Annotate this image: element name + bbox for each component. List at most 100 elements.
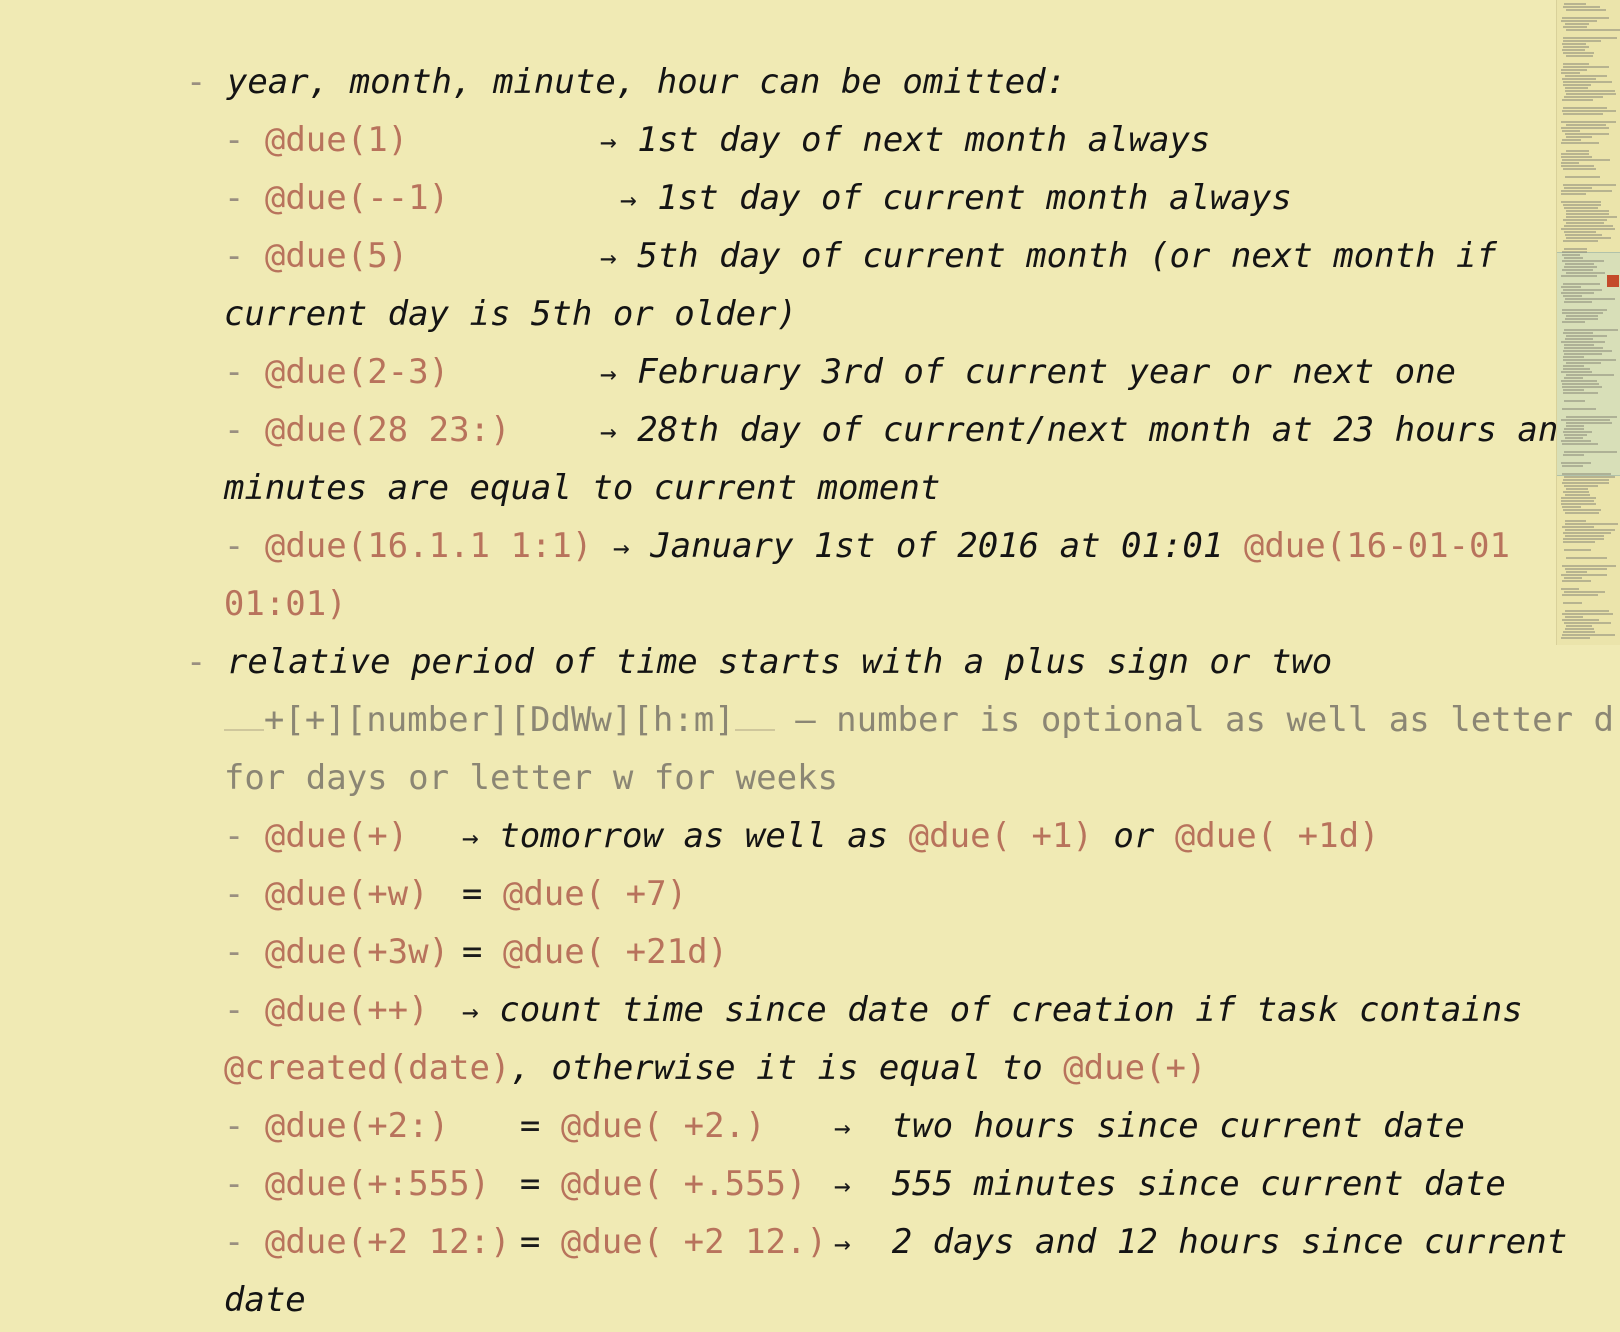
minimap-line	[1563, 219, 1607, 221]
minimap-line	[1563, 168, 1596, 170]
text-line: → 5th day of current month (or next mont…	[518, 166, 1497, 276]
minimap-line	[1564, 207, 1598, 209]
minimap-line	[1563, 538, 1604, 540]
equals-sign: =	[519, 1222, 541, 1262]
minimap[interactable]	[1556, 0, 1620, 645]
minimap-line	[1564, 344, 1594, 346]
minimap-line	[1562, 17, 1609, 19]
text-line: - year, month, minute, hour can be omitt…	[104, 0, 1066, 102]
minimap-line	[1565, 234, 1602, 236]
minimap-line	[1561, 500, 1594, 502]
minimap-line	[1565, 437, 1583, 439]
line-text: date	[223, 1280, 306, 1320]
due-tag: @due( +1d)	[1174, 816, 1380, 856]
minimap-line	[1563, 46, 1589, 48]
minimap-line	[1561, 127, 1609, 129]
text-line: - @due(1)	[142, 50, 408, 160]
minimap-line	[1563, 283, 1600, 285]
text-line: → count time since date of creation if t…	[380, 920, 1523, 1030]
minimap-line	[1565, 318, 1598, 320]
minimap-highlight	[1607, 275, 1619, 287]
minimap-line	[1563, 66, 1609, 68]
minimap-line	[1565, 535, 1604, 537]
minimap-line	[1565, 520, 1586, 522]
minimap-line	[1564, 591, 1605, 593]
minimap-line	[1563, 454, 1584, 456]
minimap-line	[1564, 451, 1617, 453]
minimap-line	[1562, 159, 1610, 161]
minimap-line	[1561, 588, 1579, 590]
text-line: - @due(+)	[142, 746, 408, 856]
minimap-line	[1564, 400, 1585, 402]
due-tag: @due( +1)	[908, 816, 1093, 856]
text-line: - @due(+2:)	[142, 1036, 449, 1146]
minimap-line	[1563, 631, 1595, 633]
minimap-line	[1563, 37, 1617, 39]
minimap-line	[1562, 565, 1616, 567]
minimap-line	[1564, 3, 1586, 5]
minimap-line	[1561, 292, 1594, 294]
minimap-line	[1563, 295, 1582, 297]
minimap-line	[1562, 465, 1583, 467]
minimap-line	[1564, 485, 1598, 487]
minimap-line	[1566, 93, 1616, 95]
text-line: → 555 minutes since current date	[752, 1094, 1506, 1204]
minimap-line	[1566, 210, 1609, 212]
minimap-line	[1566, 425, 1584, 427]
minimap-line	[1562, 408, 1596, 410]
minimap-line	[1566, 216, 1617, 218]
text-line: date	[142, 1210, 306, 1320]
minimap-line	[1561, 121, 1616, 123]
minimap-line	[1561, 165, 1594, 167]
minimap-line	[1563, 6, 1600, 8]
minimap-line	[1561, 201, 1601, 203]
minimap-line	[1563, 368, 1590, 370]
minimap-line	[1563, 332, 1593, 334]
arrow-icon: →	[612, 531, 630, 564]
text-line: - @due(16.1.1 1:1) → January 1st of 2016…	[142, 456, 1510, 566]
minimap-line	[1563, 491, 1589, 493]
text-line: → two hours since current date	[752, 1036, 1465, 1146]
editor-pane[interactable]: - year, month, minute, hour can be omitt…	[0, 0, 1620, 1332]
minimap-line	[1564, 329, 1618, 331]
minimap-line	[1564, 476, 1615, 478]
minimap-line	[1564, 257, 1583, 259]
minimap-line	[1562, 99, 1593, 101]
text-line: @created(date), otherwise it is equal to…	[142, 978, 1207, 1088]
minimap-line	[1565, 494, 1590, 496]
minimap-line	[1564, 347, 1603, 349]
minimap-line	[1562, 386, 1602, 388]
minimap-line	[1561, 190, 1612, 192]
arrow-icon: →	[833, 1227, 851, 1260]
minimap-line	[1564, 231, 1596, 233]
text-line: = @due( +2.)	[438, 1036, 766, 1146]
text-line: - @due(--1)	[142, 108, 449, 218]
minimap-line	[1563, 365, 1584, 367]
minimap-line	[1566, 55, 1593, 57]
minimap-line	[1565, 23, 1589, 25]
minimap-line	[1562, 580, 1591, 582]
minimap-line	[1562, 473, 1611, 475]
minimap-line	[1561, 341, 1605, 343]
minimap-line	[1566, 315, 1598, 317]
minimap-line	[1563, 602, 1582, 604]
minimap-line	[1562, 312, 1603, 314]
minimap-line	[1565, 87, 1588, 89]
minimap-line	[1562, 254, 1580, 256]
minimap-line	[1563, 479, 1609, 481]
minimap-line	[1563, 356, 1584, 358]
text-line: minutes are equal to current moment	[142, 398, 940, 508]
minimap-line	[1563, 359, 1616, 361]
minimap-line	[1564, 377, 1583, 379]
minimap-line	[1566, 9, 1606, 11]
minimap-line	[1563, 289, 1602, 291]
minimap-line	[1566, 213, 1609, 215]
minimap-line	[1561, 637, 1590, 639]
text-line: 01:01)	[142, 514, 347, 624]
minimap-line	[1565, 610, 1609, 612]
minimap-line	[1562, 594, 1598, 596]
minimap-line	[1562, 383, 1599, 385]
minimap-line	[1562, 634, 1615, 636]
minimap-line	[1561, 574, 1607, 576]
minimap-line	[1562, 49, 1585, 51]
